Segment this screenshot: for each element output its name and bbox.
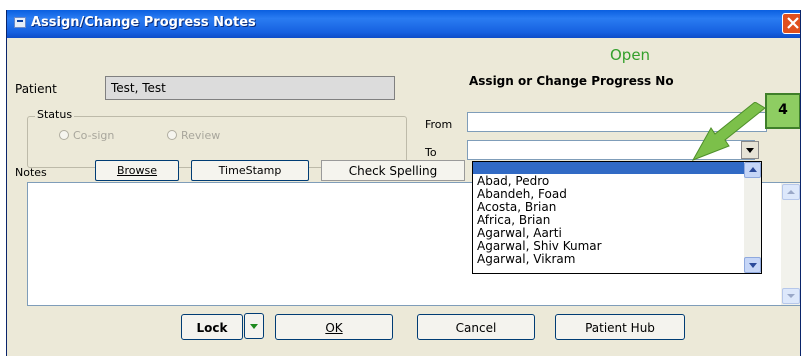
assign-change-heading: Assign or Change Progress No (469, 74, 674, 88)
to-dropdown-list[interactable]: Abad, Pedro Abandeh, Foad Acosta, Brian … (472, 161, 762, 274)
callout-badge: 4 (765, 93, 800, 129)
ok-button[interactable]: OK (275, 314, 393, 340)
list-item[interactable]: Agarwal, Vikram (477, 253, 575, 266)
review-radio-label: Review (181, 129, 221, 142)
review-radio[interactable]: Review (167, 129, 220, 142)
radio-circle-icon (59, 130, 69, 140)
radio-circle-icon (167, 130, 177, 140)
timestamp-button[interactable]: TimeStamp (191, 160, 309, 181)
lock-dropdown-button[interactable] (244, 313, 264, 339)
cancel-button[interactable]: Cancel (417, 314, 535, 340)
scroll-up-button[interactable] (782, 184, 800, 200)
annotation-arrow-icon (691, 102, 766, 161)
browse-button[interactable]: Browse (95, 160, 179, 181)
patient-field: Test, Test (105, 76, 395, 100)
cosign-radio[interactable]: Co-sign (59, 129, 114, 142)
chevron-up-icon (787, 190, 795, 194)
close-button[interactable] (782, 13, 800, 34)
dropdown-scroll-down-button[interactable] (744, 257, 761, 273)
close-icon (787, 17, 799, 29)
status-group-label: Status (35, 108, 75, 121)
scroll-down-button[interactable] (782, 288, 800, 304)
dropdown-scrollbar[interactable] (744, 162, 761, 273)
chevron-down-icon (749, 263, 757, 268)
patient-hub-button[interactable]: Patient Hub (555, 314, 685, 340)
notes-label: Notes (15, 166, 47, 179)
window-icon (14, 17, 26, 28)
lock-button[interactable]: Lock (181, 314, 243, 340)
from-label: From (425, 118, 453, 131)
patient-label: Patient (15, 82, 57, 96)
title-bar[interactable]: Assign/Change Progress Notes (7, 10, 800, 38)
check-spelling-button[interactable]: Check Spelling (321, 160, 465, 181)
to-label: To (425, 146, 437, 159)
window-title: Assign/Change Progress Notes (31, 15, 256, 30)
note-status-text: Open (610, 46, 651, 64)
cosign-radio-label: Co-sign (73, 129, 115, 142)
notes-scrollbar[interactable] (781, 183, 800, 305)
assign-progress-notes-dialog: Assign/Change Progress Notes Open Assign… (6, 10, 801, 356)
chevron-down-icon (787, 294, 795, 298)
